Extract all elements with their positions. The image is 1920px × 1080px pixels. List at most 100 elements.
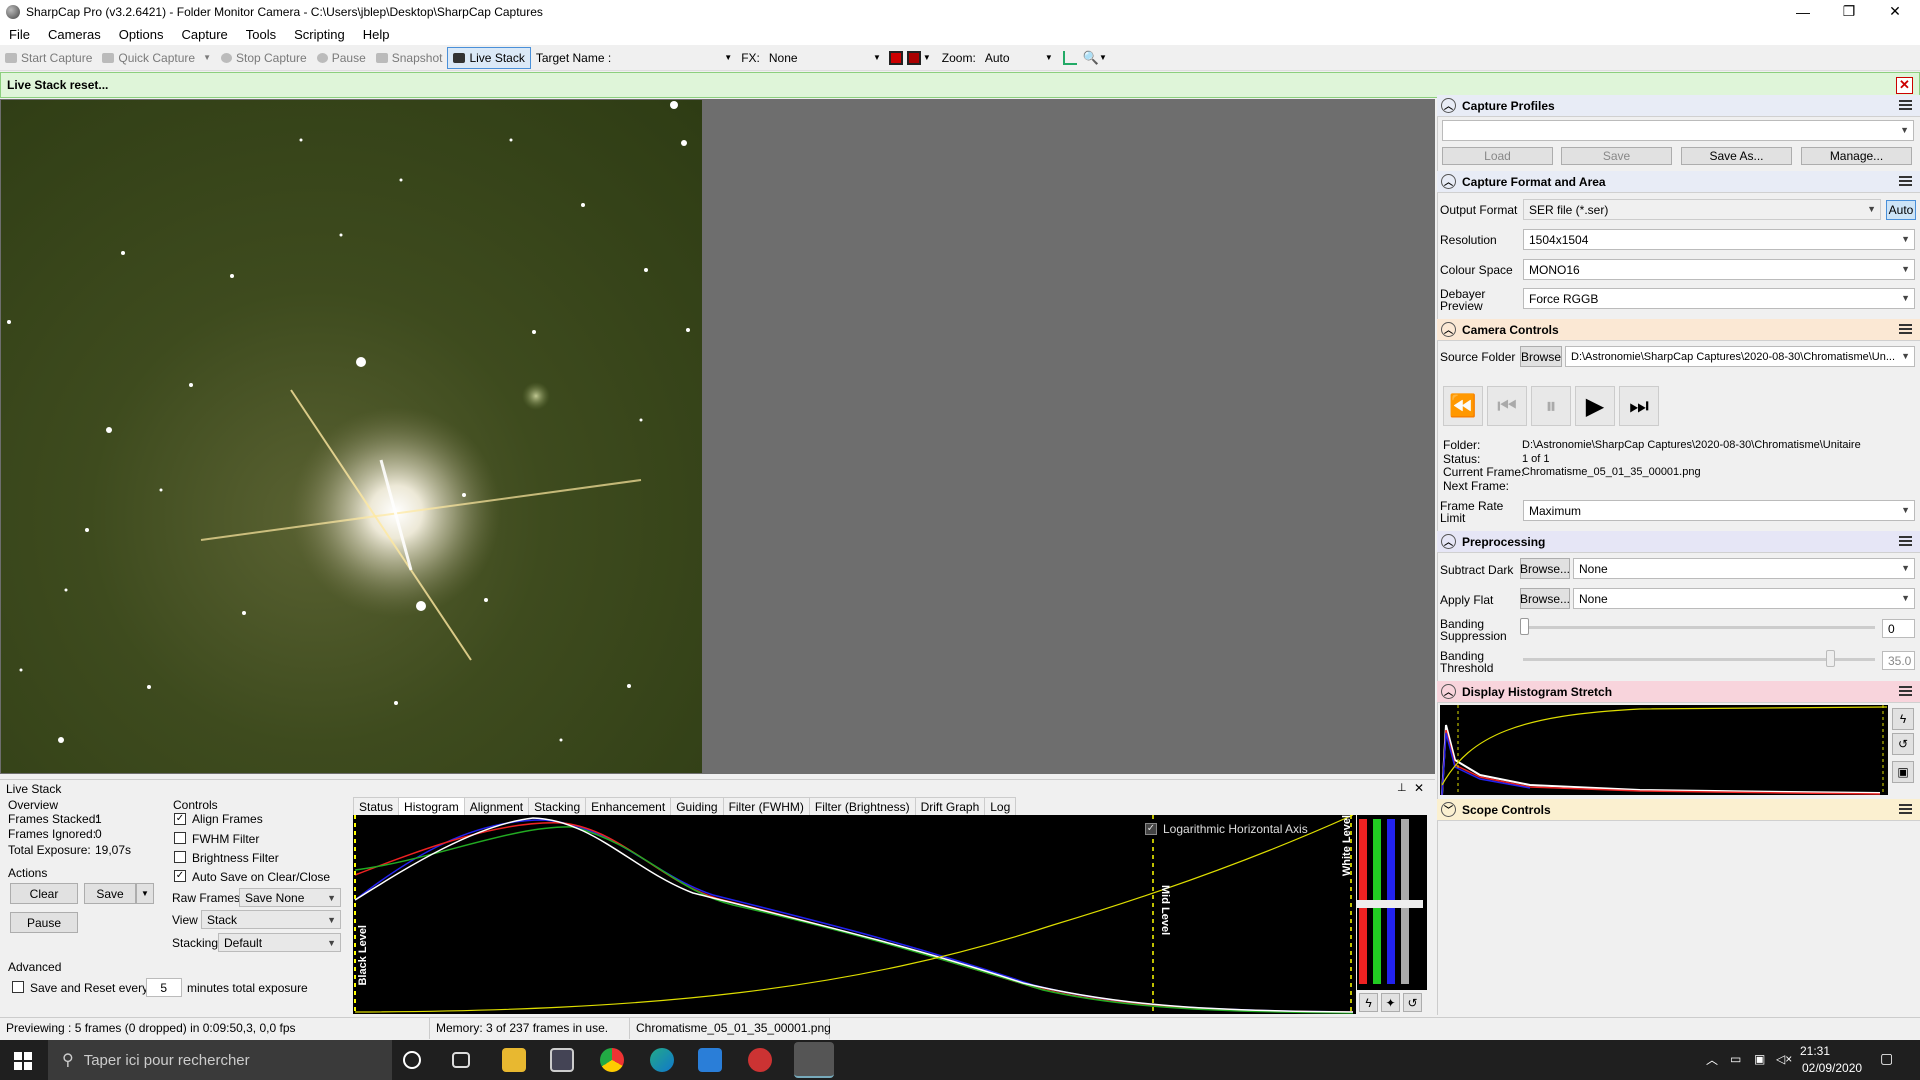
pause-stack-button[interactable]: Pause [10, 912, 78, 933]
debayer-preview-select[interactable]: Force RGGB ▼ [1523, 288, 1915, 309]
chevron-down-icon[interactable]: ▼ [923, 53, 931, 62]
mail-icon[interactable] [698, 1048, 722, 1072]
raw-frames-select[interactable]: Save None ▼ [239, 888, 341, 907]
magnifier-icon[interactable]: 🔍 [1083, 50, 1099, 66]
live-stack-histogram[interactable]: ✓ Logarithmic Horizontal Axis Black Leve… [353, 814, 1356, 1014]
tab-filter-brightness[interactable]: Filter (Brightness) [808, 797, 916, 816]
star-button[interactable]: ✦ [1381, 993, 1400, 1012]
file-explorer-icon[interactable] [502, 1048, 526, 1072]
save-reset-minutes-input[interactable]: 5 [146, 978, 182, 997]
save-reset-checkbox[interactable] [12, 981, 24, 993]
view-select[interactable]: Stack ▼ [201, 910, 341, 929]
histogram-icon[interactable] [1062, 50, 1077, 65]
minimize-button[interactable]: — [1780, 0, 1826, 23]
load-profile-button[interactable]: Load [1442, 147, 1553, 165]
network-icon[interactable]: ▣ [1754, 1053, 1765, 1065]
source-folder-select[interactable]: D:\Astronomie\SharpCap Captures\2020-08-… [1565, 346, 1915, 367]
pin-icon[interactable]: ⊥ [1397, 782, 1407, 794]
play-button[interactable]: ▶ [1575, 386, 1615, 426]
auto-output-format-button[interactable]: Auto [1886, 200, 1916, 220]
hamburger-menu-icon[interactable] [1899, 804, 1912, 814]
align-frames-checkbox[interactable]: ✓ [174, 813, 186, 825]
task-view-icon[interactable] [452, 1052, 470, 1068]
scope-controls-header[interactable]: ﹀ Scope Controls [1437, 799, 1920, 821]
taskbar-search-box[interactable]: ⚲ Taper ici pour rechercher [48, 1040, 392, 1080]
log-axis-checkbox[interactable]: ✓ [1145, 823, 1157, 835]
auto-save-checkbox[interactable]: ✓ [174, 870, 186, 882]
rewind-button[interactable]: ⏪ [1443, 386, 1483, 426]
chrome-icon[interactable] [600, 1048, 624, 1072]
collapse-icon[interactable]: ︿ [1441, 534, 1456, 549]
output-format-select[interactable]: SER file (*.ser) ▼ [1523, 199, 1881, 220]
frame-rate-limit-select[interactable]: Maximum ▼ [1523, 500, 1915, 521]
menu-capture[interactable]: Capture [173, 27, 237, 42]
save-options-dropdown[interactable]: ▼ [136, 883, 154, 904]
reset-stretch-button[interactable]: ↺ [1892, 733, 1914, 755]
snapshot-button[interactable]: Snapshot [371, 47, 448, 69]
menu-help[interactable]: Help [354, 27, 399, 42]
tab-drift-graph[interactable]: Drift Graph [914, 797, 986, 816]
collapse-icon[interactable]: ︿ [1441, 98, 1456, 113]
preview-image[interactable] [1, 100, 702, 773]
quick-capture-button[interactable]: Quick Capture ▼ [97, 47, 216, 69]
maximize-button[interactable]: ❐ [1826, 0, 1872, 23]
auto-level-button[interactable]: ϟ [1359, 993, 1378, 1012]
resolution-select[interactable]: 1504x1504 ▼ [1523, 229, 1915, 250]
collapse-icon[interactable]: ︿ [1441, 322, 1456, 337]
auto-stretch-button[interactable]: ϟ [1892, 708, 1914, 730]
tab-stacking[interactable]: Stacking [528, 797, 587, 816]
capture-profiles-header[interactable]: ︿ Capture Profiles [1437, 95, 1920, 117]
reticle-cross-icon[interactable] [906, 50, 921, 65]
hamburger-menu-icon[interactable] [1899, 536, 1912, 546]
capture-format-header[interactable]: ︿ Capture Format and Area [1437, 171, 1920, 193]
save-as-profile-button[interactable]: Save As... [1681, 147, 1792, 165]
display-histogram-header[interactable]: ︿ Display Histogram Stretch [1437, 681, 1920, 703]
chevron-down-icon[interactable]: ▼ [1099, 53, 1107, 62]
fx-select[interactable]: None ▼ [765, 48, 885, 68]
menu-options[interactable]: Options [110, 27, 173, 42]
camera-controls-header[interactable]: ︿ Camera Controls [1437, 319, 1920, 341]
next-frame-button[interactable]: ⏭ [1619, 386, 1659, 426]
banding-threshold-input[interactable]: 35.0 [1882, 651, 1915, 670]
banding-threshold-slider[interactable] [1523, 658, 1875, 661]
slider-thumbs[interactable] [1357, 900, 1423, 908]
tab-alignment[interactable]: Alignment [463, 797, 530, 816]
expand-icon[interactable]: ﹀ [1441, 802, 1456, 817]
live-stack-button[interactable]: Live Stack [447, 46, 531, 69]
volume-icon[interactable]: ◁× [1776, 1053, 1792, 1065]
store-icon[interactable] [550, 1048, 574, 1072]
banding-threshold-thumb[interactable] [1826, 650, 1835, 667]
banding-suppression-input[interactable]: 0 [1882, 619, 1915, 638]
browse-source-folder-button[interactable]: Browse [1520, 346, 1562, 367]
hamburger-menu-icon[interactable] [1899, 176, 1912, 186]
menu-file[interactable]: File [0, 27, 39, 42]
sharpcap-taskbar-icon[interactable] [794, 1042, 834, 1078]
tab-status[interactable]: Status [353, 797, 400, 816]
app-icon[interactable] [748, 1048, 772, 1072]
start-capture-button[interactable]: Start Capture [0, 47, 97, 69]
tab-enhancement[interactable]: Enhancement [585, 797, 672, 816]
stop-capture-button[interactable]: Stop Capture [216, 47, 312, 69]
tab-guiding[interactable]: Guiding [670, 797, 724, 816]
subtract-dark-select[interactable]: None ▼ [1573, 558, 1915, 579]
notifications-icon[interactable]: ▢ [1880, 1051, 1893, 1065]
fwhm-filter-checkbox[interactable] [174, 832, 186, 844]
pause-playback-button[interactable]: ⏸ [1531, 386, 1571, 426]
browse-flat-button[interactable]: Browse... [1520, 588, 1570, 609]
apply-flat-select[interactable]: None ▼ [1573, 588, 1915, 609]
capture-profile-select[interactable]: ▼ [1442, 120, 1914, 141]
stacking-select[interactable]: Default ▼ [218, 933, 341, 952]
collapse-icon[interactable]: ︿ [1441, 684, 1456, 699]
zoom-select[interactable]: Auto ▼ [981, 48, 1057, 68]
close-window-button[interactable]: ✕ [1872, 0, 1918, 23]
color-balance-sliders[interactable] [1357, 815, 1427, 990]
menu-scripting[interactable]: Scripting [285, 27, 354, 42]
preprocessing-header[interactable]: ︿ Preprocessing [1437, 531, 1920, 553]
pause-button[interactable]: Pause [312, 47, 371, 69]
clock-date[interactable]: 02/09/2020 [1802, 1062, 1862, 1074]
banding-suppression-slider[interactable] [1523, 626, 1875, 629]
manage-profiles-button[interactable]: Manage... [1801, 147, 1912, 165]
hamburger-menu-icon[interactable] [1899, 686, 1912, 696]
browse-dark-button[interactable]: Browse... [1520, 558, 1570, 579]
hamburger-menu-icon[interactable] [1899, 100, 1912, 110]
